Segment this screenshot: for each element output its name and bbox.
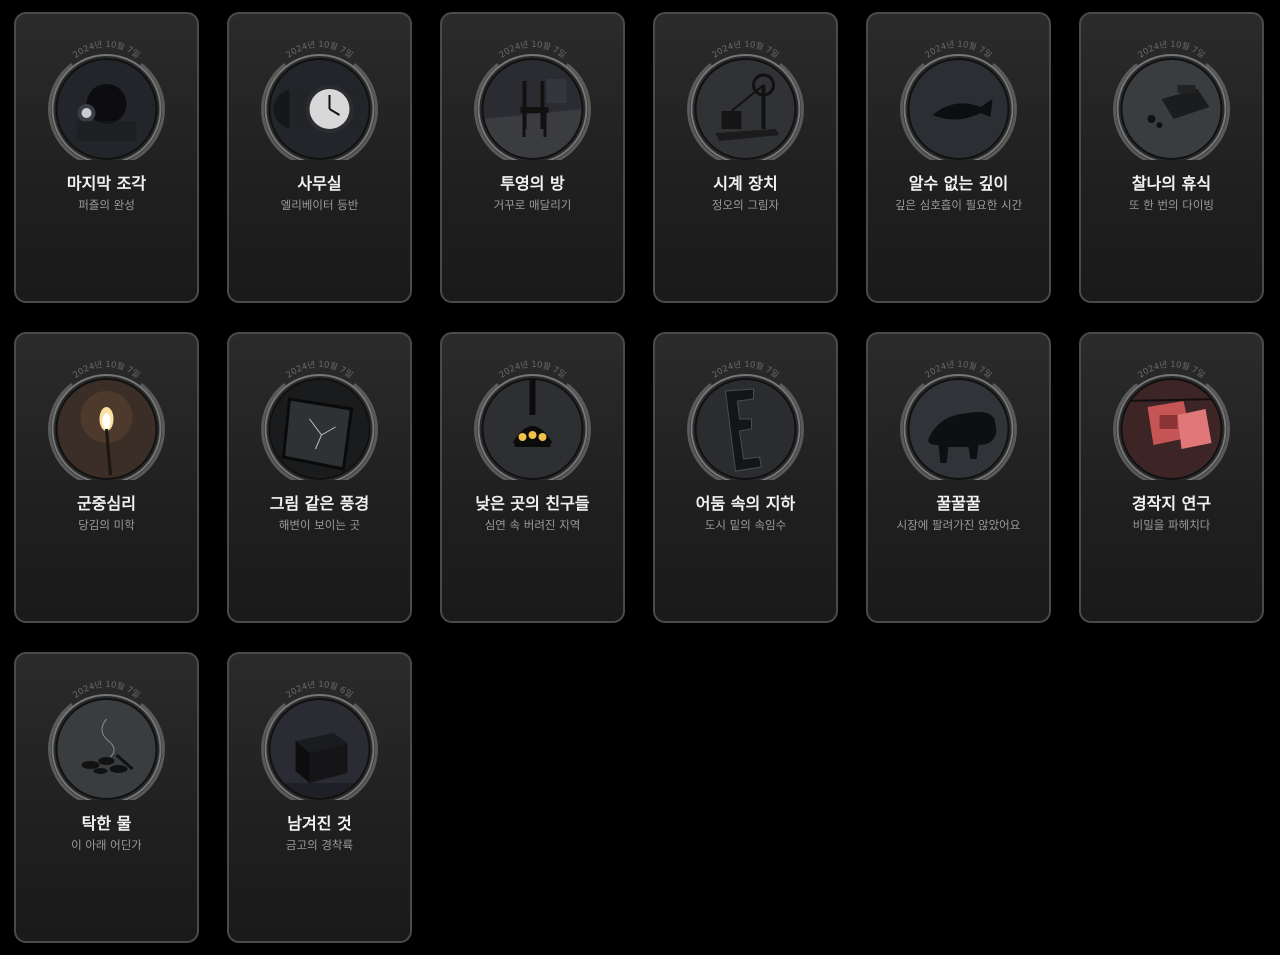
achievement-subtitle: 금고의 경착륙 bbox=[285, 838, 354, 852]
achievement-badge: 2024년 10월 7일 bbox=[1106, 29, 1237, 160]
achievement-card[interactable]: 2024년 10월 7일 낮은 곳의 친구들심연 속 버려진 지역 bbox=[440, 332, 625, 623]
achievement-card[interactable]: 2024년 10월 6일 남겨진 것금고의 경착륙 bbox=[227, 652, 412, 943]
achievement-title: 사무실 bbox=[297, 174, 342, 193]
achievement-title: 꿀꿀꿀 bbox=[936, 494, 981, 513]
achievement-card[interactable]: 2024년 10월 7일 찰나의 휴식또 한 번의 다이빙 bbox=[1079, 12, 1264, 303]
achievement-title: 마지막 조각 bbox=[66, 174, 147, 193]
achievement-badge: 2024년 10월 7일 bbox=[41, 669, 172, 800]
achievement-title: 군중심리 bbox=[77, 494, 136, 513]
achievement-card[interactable]: 2024년 10월 7일 군중심리당김의 미학 bbox=[14, 332, 199, 623]
achievement-badge: 2024년 10월 7일 bbox=[893, 349, 1024, 480]
achievement-subtitle: 도시 밑의 속임수 bbox=[704, 518, 787, 532]
achievement-subtitle: 정오의 그림자 bbox=[711, 198, 780, 212]
achievement-badge: 2024년 10월 7일 bbox=[41, 349, 172, 480]
achievement-card[interactable]: 2024년 10월 7일 사무실엘리베이터 등반 bbox=[227, 12, 412, 303]
achievement-title: 낮은 곳의 친구들 bbox=[475, 494, 590, 513]
achievement-badge: 2024년 10월 6일 bbox=[254, 669, 385, 800]
achievement-card[interactable]: 2024년 10월 7일 탁한 물이 아래 어딘가 bbox=[14, 652, 199, 943]
achievement-card[interactable]: 2024년 10월 7일 투영의 방거꾸로 매달리기 bbox=[440, 12, 625, 303]
achievement-badge: 2024년 10월 7일 bbox=[893, 29, 1024, 160]
achievement-title: 찰나의 휴식 bbox=[1131, 174, 1212, 193]
achievement-card[interactable]: 2024년 10월 7일 알수 없는 깊이깊은 심호흡이 필요한 시간 bbox=[866, 12, 1051, 303]
achievement-title: 투영의 방 bbox=[500, 174, 565, 193]
achievement-title: 남겨진 것 bbox=[287, 814, 352, 833]
achievement-badge: 2024년 10월 7일 bbox=[41, 29, 172, 160]
achievement-subtitle: 시장에 팔려가진 않았어요 bbox=[896, 518, 1021, 532]
wall-clock-icon bbox=[273, 85, 360, 133]
achievement-title: 탁한 물 bbox=[81, 814, 132, 833]
achievement-badge: 2024년 10월 7일 bbox=[254, 29, 385, 160]
achievement-title: 알수 없는 깊이 bbox=[908, 174, 1009, 193]
achievement-badge: 2024년 10월 7일 bbox=[680, 29, 811, 160]
achievement-card[interactable]: 2024년 10월 7일 그림 같은 풍경해변이 보이는 곳 bbox=[227, 332, 412, 623]
achievement-card[interactable]: 2024년 10월 7일 마지막 조각퍼즐의 완성 bbox=[14, 12, 199, 303]
achievement-subtitle: 깊은 심호흡이 필요한 시간 bbox=[894, 198, 1023, 212]
achievement-subtitle: 당김의 미학 bbox=[78, 518, 135, 532]
achievement-card[interactable]: 2024년 10월 7일 시계 장치정오의 그림자 bbox=[653, 12, 838, 303]
achievement-subtitle: 비밀을 파헤치다 bbox=[1132, 518, 1211, 532]
achievement-title: 시계 장치 bbox=[713, 174, 778, 193]
achievement-badge: 2024년 10월 7일 bbox=[467, 29, 598, 160]
achievement-card[interactable]: 2024년 10월 7일 꿀꿀꿀시장에 팔려가진 않았어요 bbox=[866, 332, 1051, 623]
achievement-title: 어둠 속의 지하 bbox=[695, 494, 796, 513]
achievement-title: 경작지 연구 bbox=[1131, 494, 1212, 513]
achievement-card[interactable]: 2024년 10월 7일 경작지 연구비밀을 파헤치다 bbox=[1079, 332, 1264, 623]
achievement-subtitle: 거꾸로 매달리기 bbox=[493, 198, 572, 212]
achievement-subtitle: 심연 속 버려진 지역 bbox=[484, 518, 581, 532]
achievement-grid: 2024년 10월 7일 마지막 조각퍼즐의 완성 2024년 10월 7일 사… bbox=[14, 12, 1264, 943]
achievement-title: 그림 같은 풍경 bbox=[269, 494, 370, 513]
achievement-badge: 2024년 10월 7일 bbox=[680, 349, 811, 480]
achievement-subtitle: 이 아래 어딘가 bbox=[71, 838, 142, 852]
achievement-badge: 2024년 10월 7일 bbox=[1106, 349, 1237, 480]
achievement-subtitle: 엘리베이터 등반 bbox=[280, 198, 359, 212]
achievement-badge: 2024년 10월 7일 bbox=[467, 349, 598, 480]
achievement-subtitle: 해변이 보이는 곳 bbox=[278, 518, 361, 532]
achievement-subtitle: 또 한 번의 다이빙 bbox=[1128, 198, 1215, 212]
achievement-subtitle: 퍼즐의 완성 bbox=[78, 198, 135, 212]
achievement-card[interactable]: 2024년 10월 7일 어둠 속의 지하도시 밑의 속임수 bbox=[653, 332, 838, 623]
achievement-badge: 2024년 10월 7일 bbox=[254, 349, 385, 480]
